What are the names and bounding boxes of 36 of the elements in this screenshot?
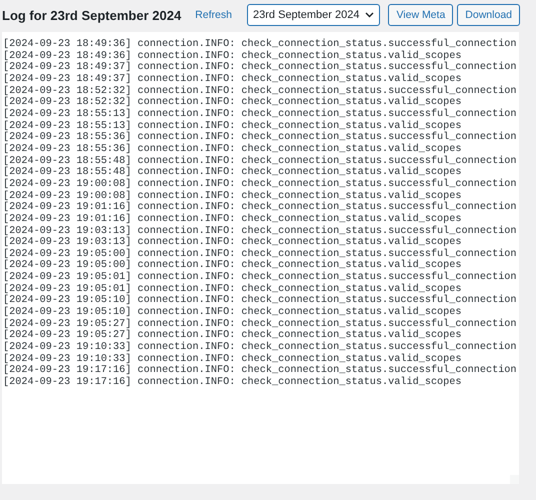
log-line: [2024-09-23 19:05:01] connection.INFO: check_connection_status.successful_connection <box>3 272 518 284</box>
header-button[interactable]: Download <box>457 4 520 26</box>
log-line: [2024-09-23 18:55:13] connection.INFO: check_connection_status.successful_connection <box>3 108 518 120</box>
log-line: [2024-09-23 19:10:33] connection.INFO: check_connection_status.valid_scopes <box>3 354 462 365</box>
log-line: [2024-09-23 19:05:27] connection.INFO: check_connection_status.valid_scopes <box>3 330 463 342</box>
log-line: [2024-09-23 18:52:32] connection.INFO: check_connection_status.valid_scopes <box>3 97 463 108</box>
chevron-down-icon <box>365 12 374 18</box>
log-line: [2024-09-23 19:05:00] connection.INFO: check_connection_status.valid_scopes <box>3 260 463 272</box>
log-line: [2024-09-23 18:49:37] connection.INFO: check_connection_status.successful_connection <box>3 62 518 74</box>
date-select[interactable]: 23rd September 2024 <box>247 4 380 26</box>
log-line: [2024-09-23 19:17:16] connection.INFO: check_connection_status.successful_connection <box>3 365 518 376</box>
log-line: [2024-09-23 19:03:13] connection.INFO: check_connection_status.valid_scopes <box>3 237 463 248</box>
log-line: [2024-09-23 18:49:36] connection.INFO: check_connection_status.successful_connection <box>3 39 518 50</box>
header-button[interactable]: View Meta <box>388 4 454 26</box>
log-line: [2024-09-23 18:55:48] connection.INFO: check_connection_status.valid_scopes <box>3 167 463 178</box>
log-line: [2024-09-23 18:55:36] connection.INFO: check_connection_status.successful_connection <box>3 132 518 144</box>
log-line: [2024-09-23 19:05:10] connection.INFO: check_connection_status.successful_connection <box>3 295 518 306</box>
refresh-link[interactable]: Refresh <box>195 9 232 21</box>
log-line: [2024-09-23 19:10:33] connection.INFO: check_connection_status.successful_connection <box>3 342 518 354</box>
log-line: [2024-09-23 19:03:13] connection.INFO: check_connection_status.successful_connection <box>3 226 518 236</box>
log-line: [2024-09-23 19:05:27] connection.INFO: check_connection_status.successful_connection <box>3 318 518 330</box>
log-line: [2024-09-23 18:49:36] connection.INFO: check_connection_status.valid_scopes <box>3 50 462 62</box>
log-line: [2024-09-23 19:00:08] connection.INFO: check_connection_status.successful_connection <box>3 178 518 190</box>
log-line: [2024-09-23 18:49:37] connection.INFO: check_connection_status.valid_scopes <box>3 74 463 86</box>
page-title: Log for 23rd September 2024 <box>2 8 182 22</box>
log-line: [2024-09-23 19:05:10] connection.INFO: check_connection_status.valid_scopes <box>3 307 463 318</box>
log-line: [2024-09-23 18:52:32] connection.INFO: check_connection_status.successful_connection <box>3 86 518 97</box>
log-line: [2024-09-23 19:17:16] connection.INFO: check_connection_status.valid_scopes <box>3 377 463 389</box>
log-line: [2024-09-23 18:55:48] connection.INFO: check_connection_status.successful_connection <box>3 156 518 167</box>
log-line: [2024-09-23 18:55:36] connection.INFO: check_connection_status.valid_scopes <box>3 144 463 156</box>
log-line: [2024-09-23 19:05:00] connection.INFO: check_connection_status.successful_connection <box>3 248 518 260</box>
log-line: [2024-09-23 19:01:16] connection.INFO: check_connection_status.valid_scopes <box>3 214 463 226</box>
log-line: [2024-09-23 18:55:13] connection.INFO: check_connection_status.valid_scopes <box>3 120 462 132</box>
log-line: [2024-09-23 19:05:01] connection.INFO: check_connection_status.valid_scopes <box>3 284 462 295</box>
log-line: [2024-09-23 19:01:16] connection.INFO: check_connection_status.successful_connection <box>3 202 518 214</box>
log-line: [2024-09-23 19:00:08] connection.INFO: check_connection_status.valid_scopes <box>3 190 462 202</box>
